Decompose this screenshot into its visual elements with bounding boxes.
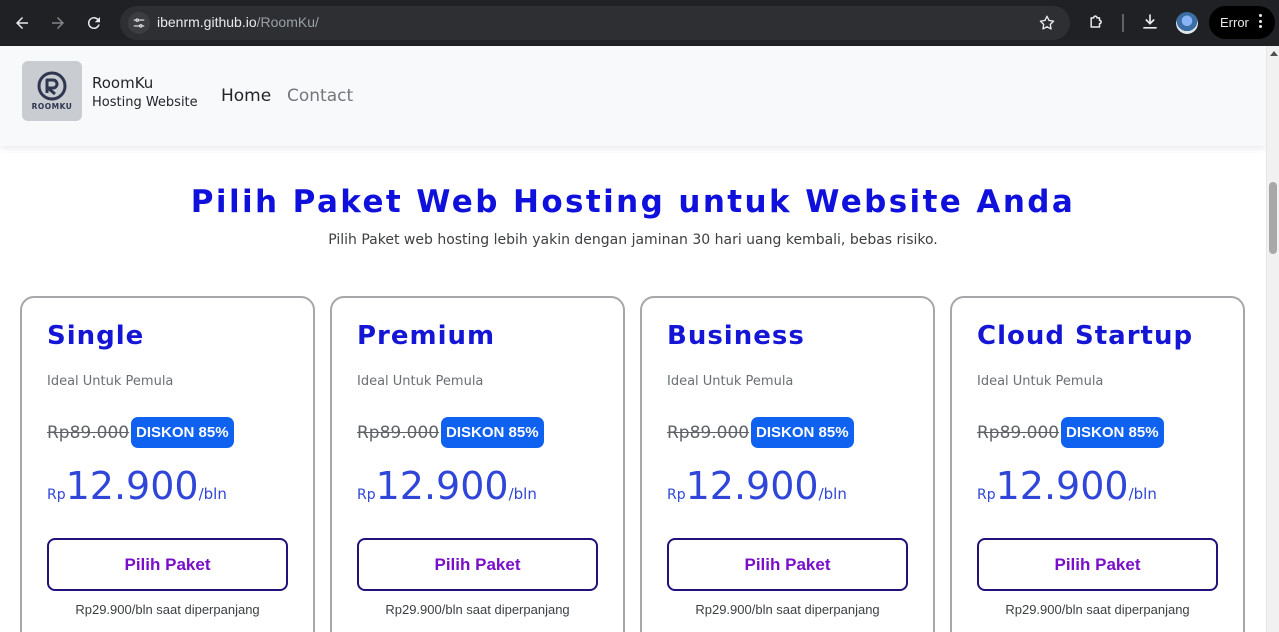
kebab-menu-icon	[1259, 14, 1263, 31]
scroll-thumb[interactable]	[1269, 182, 1277, 254]
back-arrow-icon[interactable]	[10, 11, 34, 35]
plan-tagline: Ideal Untuk Pemula	[47, 374, 174, 389]
error-label: Error	[1220, 15, 1249, 30]
price-period: /bln	[818, 485, 847, 503]
renewal-price: Rp29.900/bln saat diperpanjang	[695, 602, 880, 617]
profile-avatar[interactable]	[1176, 12, 1198, 34]
url-host: ibenrm.github.io	[157, 14, 257, 30]
price-currency: Rp	[47, 487, 66, 503]
price-period: /bln	[198, 485, 227, 503]
price: Rp12.900/bln	[667, 464, 847, 508]
plan-card-single: Single Ideal Untuk Pemula Rp89.000 DISKO…	[20, 296, 315, 632]
site-navbar: ROOMKU RoomKu Hosting Website Home Conta…	[0, 46, 1266, 146]
page-viewport: ROOMKU RoomKu Hosting Website Home Conta…	[0, 46, 1266, 632]
select-plan-button[interactable]: Pilih Paket	[357, 538, 598, 591]
price-currency: Rp	[357, 487, 376, 503]
price-amount: 12.900	[65, 464, 199, 508]
forward-arrow-icon[interactable]	[46, 11, 70, 35]
original-price: Rp89.000	[357, 423, 440, 443]
price-currency: Rp	[977, 487, 996, 503]
brand-name[interactable]: RoomKu	[92, 74, 153, 92]
price-currency: Rp	[667, 487, 686, 503]
download-icon[interactable]	[1140, 12, 1160, 32]
price-amount: 12.900	[685, 464, 819, 508]
price-amount: 12.900	[995, 464, 1129, 508]
plan-card-premium: Premium Ideal Untuk Pemula Rp89.000 DISK…	[330, 296, 625, 632]
plan-name: Premium	[357, 321, 496, 351]
scroll-up-arrow-icon[interactable]	[1270, 51, 1278, 56]
page-subtitle: Pilih Paket web hosting lebih yakin deng…	[328, 232, 938, 248]
select-plan-button[interactable]: Pilih Paket	[47, 538, 288, 591]
price-period: /bln	[508, 485, 537, 503]
browser-toolbar: ibenrm.github.io/RoomKu/ Error	[0, 0, 1279, 46]
nav-link-home[interactable]: Home	[221, 86, 271, 106]
discount-badge: DISKON 85%	[751, 417, 854, 448]
plan-card-business: Business Ideal Untuk Pemula Rp89.000 DIS…	[640, 296, 935, 632]
extensions-puzzle-icon[interactable]	[1087, 12, 1107, 32]
select-plan-button[interactable]: Pilih Paket	[667, 538, 908, 591]
discount-badge: DISKON 85%	[131, 417, 234, 448]
price: Rp12.900/bln	[357, 464, 537, 508]
original-price: Rp89.000	[47, 423, 130, 443]
brand-logo[interactable]: ROOMKU	[22, 61, 82, 121]
plan-tagline: Ideal Untuk Pemula	[667, 374, 794, 389]
price-amount: 12.900	[375, 464, 509, 508]
page-scrollbar[interactable]	[1266, 46, 1279, 632]
plan-card-cloud-startup: Cloud Startup Ideal Untuk Pemula Rp89.00…	[950, 296, 1245, 632]
plan-name: Single	[47, 321, 145, 351]
price: Rp12.900/bln	[977, 464, 1157, 508]
url-text: ibenrm.github.io/RoomKu/	[157, 14, 319, 30]
nav-link-contact[interactable]: Contact	[287, 86, 353, 106]
discount-badge: DISKON 85%	[441, 417, 544, 448]
plan-tagline: Ideal Untuk Pemula	[977, 374, 1104, 389]
renewal-price: Rp29.900/bln saat diperpanjang	[75, 602, 260, 617]
bookmark-star-icon[interactable]	[1038, 14, 1056, 32]
original-price: Rp89.000	[667, 423, 750, 443]
select-plan-button[interactable]: Pilih Paket	[977, 538, 1218, 591]
renewal-price: Rp29.900/bln saat diperpanjang	[1005, 602, 1190, 617]
site-info-tune-icon[interactable]	[128, 12, 150, 34]
error-menu-button[interactable]: Error	[1209, 6, 1275, 39]
toolbar-divider	[1122, 14, 1124, 32]
logo-text: ROOMKU	[31, 102, 73, 111]
url-path: /RoomKu/	[256, 14, 319, 30]
renewal-price: Rp29.900/bln saat diperpanjang	[385, 602, 570, 617]
plan-tagline: Ideal Untuk Pemula	[357, 374, 484, 389]
plan-name: Cloud Startup	[977, 321, 1194, 351]
reload-icon[interactable]	[82, 11, 106, 35]
brand-subtitle: Hosting Website	[92, 95, 198, 110]
address-bar[interactable]: ibenrm.github.io/RoomKu/	[120, 6, 1070, 40]
page-title: Pilih Paket Web Hosting untuk Website An…	[190, 184, 1076, 220]
price-period: /bln	[1128, 485, 1157, 503]
plan-name: Business	[667, 321, 805, 351]
original-price: Rp89.000	[977, 423, 1060, 443]
discount-badge: DISKON 85%	[1061, 417, 1164, 448]
roomku-logo-icon	[37, 71, 67, 101]
price: Rp12.900/bln	[47, 464, 227, 508]
